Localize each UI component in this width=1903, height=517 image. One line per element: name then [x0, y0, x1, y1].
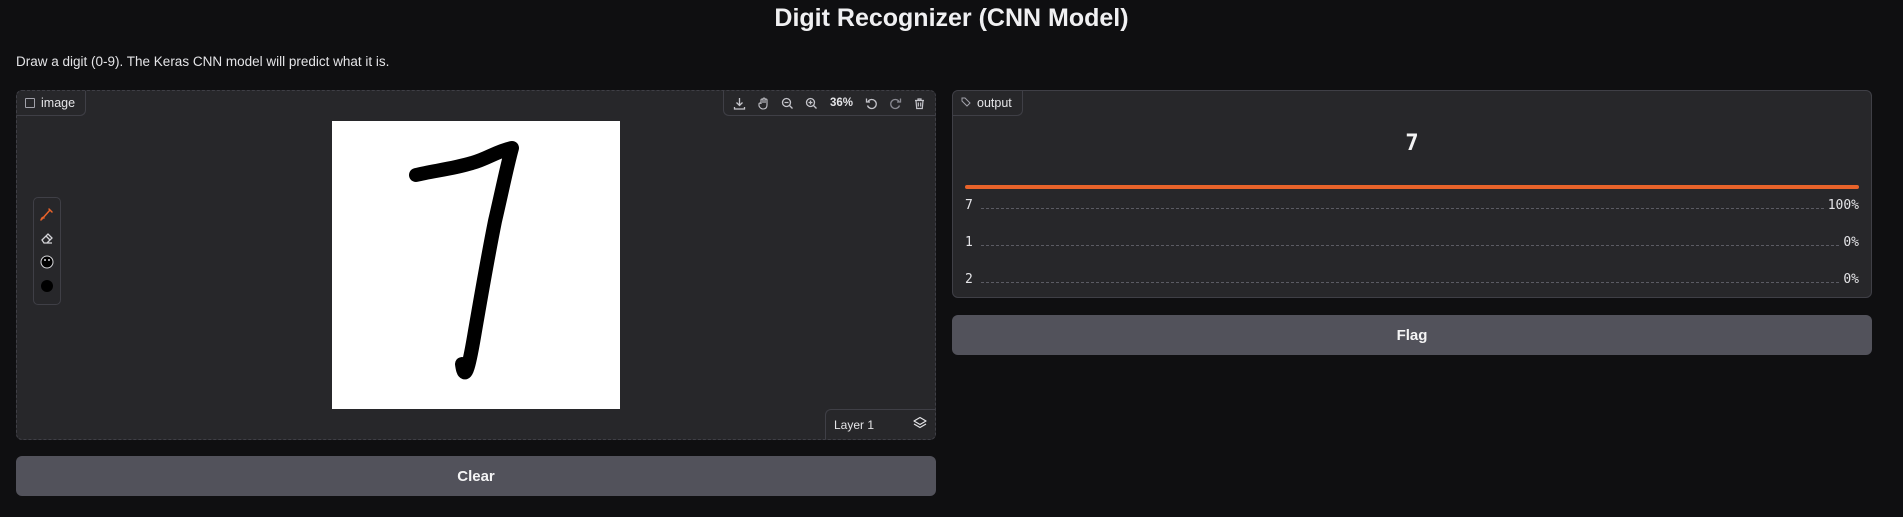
output-label: output: [977, 96, 1012, 110]
page-description: Draw a digit (0-9). The Keras CNN model …: [16, 54, 390, 69]
layer-selector[interactable]: Layer 1: [825, 409, 935, 439]
canvas-toolbar: 36%: [722, 91, 935, 116]
confidence-row: 7 100%: [965, 195, 1859, 213]
output-label-tag: output: [953, 91, 1023, 116]
confidence-dots: [980, 281, 1840, 283]
confidence-bar-top: [965, 185, 1859, 189]
zoom-in-icon[interactable]: [800, 91, 824, 115]
image-input-panel: image 36% Layer 1: [16, 90, 936, 440]
redo-icon[interactable]: [883, 91, 907, 115]
drawn-digit-stroke: [409, 141, 519, 380]
eraser-icon[interactable]: [35, 226, 59, 250]
zoom-out-icon[interactable]: [776, 91, 800, 115]
image-label-tag: image: [17, 91, 87, 116]
image-icon: [25, 98, 35, 108]
confidence-label: 7: [965, 198, 973, 213]
trash-icon[interactable]: [907, 91, 931, 115]
layer-label: Layer 1: [834, 417, 875, 432]
confidence-value: 100%: [1827, 198, 1859, 213]
brush-icon[interactable]: [35, 202, 59, 226]
zoom-level: 36%: [829, 97, 853, 109]
confidence-row: 2 0%: [965, 269, 1859, 287]
image-label: image: [41, 96, 76, 110]
page-title: Digit Recognizer (CNN Model): [774, 4, 1129, 32]
download-icon[interactable]: [728, 91, 752, 115]
confidence-value: 0%: [1843, 272, 1859, 287]
confidence-dots: [980, 207, 1824, 209]
label-icon: [961, 96, 971, 110]
confidence-label: 2: [965, 272, 973, 287]
confidence-label: 1: [965, 235, 973, 250]
color-palette-icon[interactable]: [35, 250, 59, 274]
output-panel: output 7 7 100% 1 0% 2 0%: [952, 90, 1872, 298]
confidence-value: 0%: [1843, 235, 1859, 250]
clear-button[interactable]: Clear: [16, 456, 936, 496]
brush-size-icon[interactable]: [35, 274, 59, 298]
drawing-tools: [33, 197, 61, 305]
pan-icon[interactable]: [752, 91, 776, 115]
confidence-row: 1 0%: [965, 232, 1859, 250]
confidence-dots: [980, 244, 1840, 246]
undo-icon[interactable]: [859, 91, 883, 115]
flag-button[interactable]: Flag: [952, 315, 1872, 355]
predicted-label: 7: [1405, 131, 1419, 156]
drawing-canvas[interactable]: [332, 121, 620, 409]
layers-icon: [913, 416, 927, 433]
